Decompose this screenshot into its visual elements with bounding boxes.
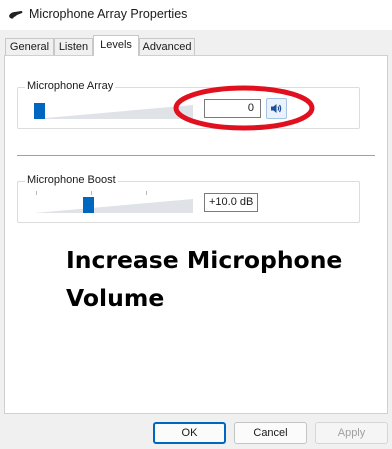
- microphone-array-slider[interactable]: [30, 99, 193, 121]
- apply-button[interactable]: Apply: [315, 422, 388, 444]
- slider-thumb[interactable]: [34, 103, 45, 119]
- microphone-array-level-field[interactable]: 0: [204, 99, 261, 118]
- slider-track: [34, 105, 193, 119]
- speaker-volume-icon: [271, 104, 282, 113]
- overlay-caption: Increase Microphone Volume: [66, 246, 343, 312]
- title-bar: Microphone Array Properties: [0, 0, 392, 30]
- tab-levels[interactable]: Levels: [93, 35, 139, 56]
- ok-button[interactable]: OK: [153, 422, 226, 444]
- microphone-array-label: Microphone Array: [25, 80, 116, 92]
- tab-general[interactable]: General: [5, 38, 54, 55]
- slider-track: [34, 199, 193, 213]
- tab-listen[interactable]: Listen: [54, 38, 93, 55]
- levels-panel: Microphone Array 0 Microphone Boost +10.…: [4, 55, 388, 414]
- slider-thumb[interactable]: [83, 197, 95, 213]
- cancel-button[interactable]: Cancel: [234, 422, 307, 444]
- microphone-device-icon: [9, 11, 23, 19]
- microphone-boost-slider[interactable]: [30, 187, 193, 215]
- mute-toggle-button[interactable]: [266, 98, 287, 119]
- microphone-array-group: Microphone Array 0: [17, 80, 360, 129]
- window-title: Microphone Array Properties: [29, 7, 188, 21]
- microphone-boost-label: Microphone Boost: [25, 174, 118, 186]
- tab-advanced[interactable]: Advanced: [139, 38, 195, 55]
- properties-dialog: Microphone Array Properties General List…: [0, 0, 392, 449]
- section-divider: [17, 155, 375, 156]
- microphone-boost-group: Microphone Boost +10.0 dB: [17, 174, 360, 223]
- microphone-boost-level-field[interactable]: +10.0 dB: [204, 193, 258, 212]
